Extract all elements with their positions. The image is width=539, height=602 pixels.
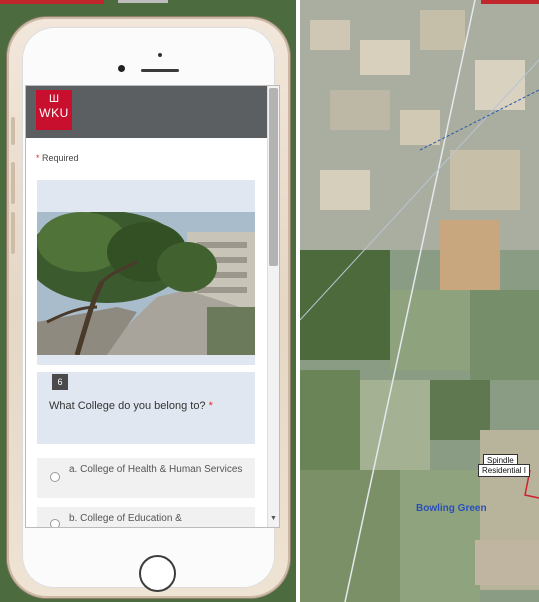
answer-option-label: b. College of Education &	[69, 513, 182, 524]
form-screen: Ш WKU * Required 6 What College do you b…	[25, 85, 280, 528]
required-star: *	[36, 153, 40, 163]
campus-photo-illustration	[37, 212, 255, 355]
wku-logo: Ш WKU	[36, 90, 72, 130]
radio-button[interactable]	[50, 472, 60, 482]
required-label: Required	[42, 153, 79, 163]
phone-home-button[interactable]	[139, 555, 176, 592]
question-card: 6 What College do you belong to? *	[37, 372, 255, 444]
question-number-badge: 6	[52, 374, 68, 390]
top-logo-strip	[118, 0, 168, 3]
answer-option[interactable]: b. College of Education &	[37, 507, 255, 527]
required-note: * Required	[36, 153, 79, 163]
question-required-star: *	[208, 400, 213, 412]
city-label: Bowling Green	[416, 503, 487, 514]
scroll-down-icon[interactable]: ▼	[269, 514, 278, 524]
map-label-line-2: Residential I	[478, 464, 531, 477]
form-header: Ш WKU	[26, 86, 267, 138]
phone-side-button	[11, 117, 15, 145]
scrollbar-thumb[interactable]	[269, 88, 278, 266]
phone-side-button	[11, 162, 15, 204]
phone-speaker	[141, 69, 179, 72]
top-red-strip	[0, 0, 104, 4]
wku-emblem-icon: Ш	[48, 93, 60, 105]
aerial-map: Spindle Residential I Bowling Green	[300, 0, 539, 602]
answer-option-label: a. College of Health & Human Services	[69, 464, 243, 475]
phone-sensor-dot	[118, 65, 125, 72]
campus-photo	[37, 212, 255, 355]
question-image-card	[37, 180, 255, 365]
radio-button[interactable]	[50, 519, 60, 527]
question-text: What College do you belong to? *	[49, 400, 213, 412]
answer-option[interactable]: a. College of Health & Human Services	[37, 458, 255, 498]
phone-side-button	[11, 212, 15, 254]
question-label: What College do you belong to?	[49, 400, 206, 412]
wku-logo-text: WKU	[39, 106, 69, 120]
phone-camera-icon	[158, 53, 162, 57]
